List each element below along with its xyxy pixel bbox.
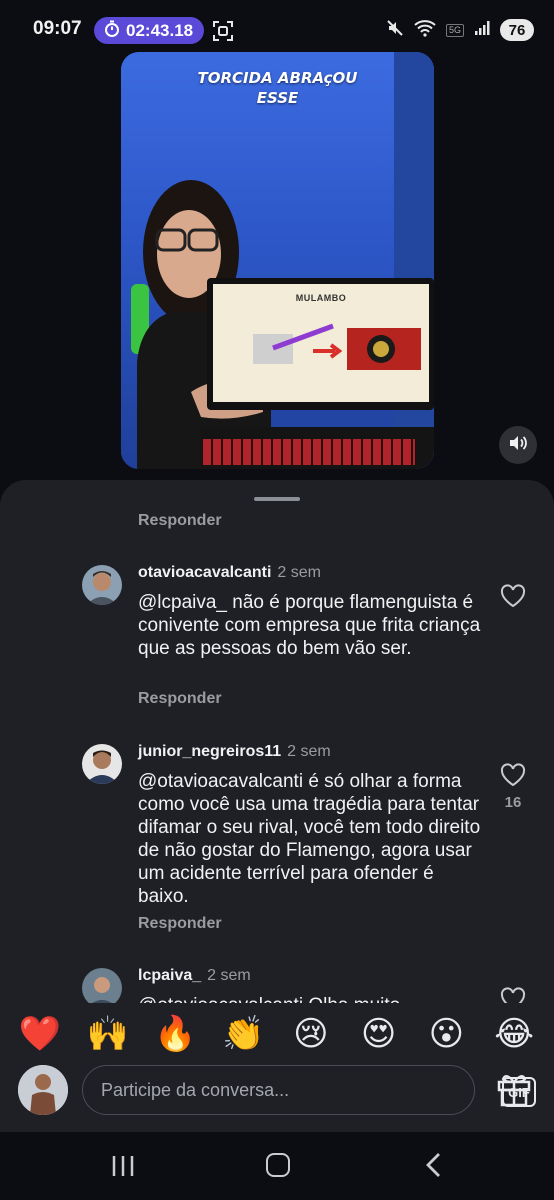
system-navigation-bar bbox=[0, 1132, 554, 1200]
comment-time: 2 sem bbox=[287, 743, 331, 760]
reply-button[interactable]: Responder bbox=[138, 690, 222, 708]
sheet-drag-handle[interactable] bbox=[254, 497, 300, 501]
comment-mention[interactable]: @lcpaiva_ bbox=[138, 592, 227, 613]
video-caption: TORCIDA ABRAçOU ESSE bbox=[121, 68, 434, 108]
recent-apps-icon[interactable] bbox=[111, 1154, 135, 1183]
signal-icon bbox=[474, 20, 490, 41]
stopwatch-icon bbox=[104, 20, 120, 42]
comment-header: lcpaiva_ 2 sem bbox=[138, 967, 251, 985]
clock: 09:07 bbox=[33, 18, 82, 39]
avatar[interactable] bbox=[82, 565, 122, 605]
comment-composer: Participe da conversa... GIF bbox=[0, 1062, 554, 1132]
avatar[interactable] bbox=[82, 744, 122, 784]
comment-time: 2 sem bbox=[277, 564, 321, 581]
reply-button[interactable]: Responder bbox=[138, 915, 222, 933]
emoji-clap-button[interactable]: 👏 bbox=[218, 1014, 268, 1054]
like-count: 16 bbox=[504, 794, 522, 811]
emoji-heart-eyes-button[interactable]: 😍 bbox=[354, 1014, 404, 1054]
comment-header: junior_negreiros11 2 sem bbox=[138, 743, 331, 761]
comment-mention[interactable]: @otavioacavalcanti bbox=[138, 771, 303, 792]
laptop-keys bbox=[203, 439, 415, 465]
comment-header: otavioacavalcanti 2 sem bbox=[138, 564, 321, 582]
gift-icon[interactable] bbox=[496, 1070, 532, 1108]
emoji-crying-button[interactable]: 😢 bbox=[286, 1014, 336, 1054]
emoji-heart-button[interactable]: ❤️ bbox=[15, 1014, 65, 1054]
heart-icon[interactable] bbox=[500, 763, 526, 787]
reply-button[interactable]: Responder bbox=[138, 512, 222, 530]
presentation-slide: MULAMBO bbox=[213, 284, 429, 402]
wifi-icon bbox=[414, 19, 436, 42]
emoji-laughing-button[interactable]: 😂 bbox=[489, 1014, 539, 1054]
heart-icon[interactable] bbox=[500, 584, 526, 608]
comment-input[interactable]: Participe da conversa... GIF bbox=[82, 1065, 536, 1115]
slide-graphics bbox=[253, 323, 421, 370]
caption-line-2: ESSE bbox=[256, 89, 299, 107]
emoji-reaction-bar: ❤️ 🙌 🔥 👏 😢 😍 😮 😂 bbox=[0, 1003, 554, 1065]
comment-time: 2 sem bbox=[207, 967, 251, 984]
comment-username[interactable]: junior_negreiros11 bbox=[138, 743, 281, 760]
mute-icon bbox=[386, 19, 404, 42]
caption-line-1: TORCIDA ABRAçOU bbox=[197, 69, 358, 87]
reel-video[interactable]: TORCIDA ABRAçOU ESSE MULAMBO bbox=[121, 52, 434, 469]
comment-input-placeholder: Participe da conversa... bbox=[101, 1079, 290, 1100]
comment-username[interactable]: lcpaiva_ bbox=[138, 967, 201, 984]
my-avatar bbox=[18, 1065, 68, 1115]
comment-text: @lcpaiva_ não é porque flamenguista é co… bbox=[138, 591, 488, 660]
mute-toggle-button[interactable] bbox=[499, 426, 537, 464]
home-icon[interactable] bbox=[266, 1153, 290, 1177]
back-icon[interactable] bbox=[424, 1152, 442, 1183]
emoji-fire-button[interactable]: 🔥 bbox=[150, 1014, 200, 1054]
emoji-surprised-button[interactable]: 😮 bbox=[421, 1014, 471, 1054]
emoji-raised-hands-button[interactable]: 🙌 bbox=[83, 1014, 133, 1054]
comment-text: @otavioacavalcanti é só olhar a forma co… bbox=[138, 770, 488, 908]
comment-username[interactable]: otavioacavalcanti bbox=[138, 564, 271, 581]
status-bar: 09:07 02:43.18 5G 76 bbox=[0, 0, 554, 60]
status-icons: 5G 76 bbox=[386, 16, 534, 44]
speaker-icon bbox=[509, 435, 527, 456]
recording-timer: 02:43.18 bbox=[126, 20, 194, 40]
screenshot-icon bbox=[212, 20, 234, 42]
battery-indicator: 76 bbox=[500, 19, 534, 41]
avatar[interactable] bbox=[82, 968, 122, 1008]
network-badge: 5G bbox=[445, 23, 464, 37]
screen-recording-pill[interactable]: 02:43.18 bbox=[94, 17, 204, 44]
